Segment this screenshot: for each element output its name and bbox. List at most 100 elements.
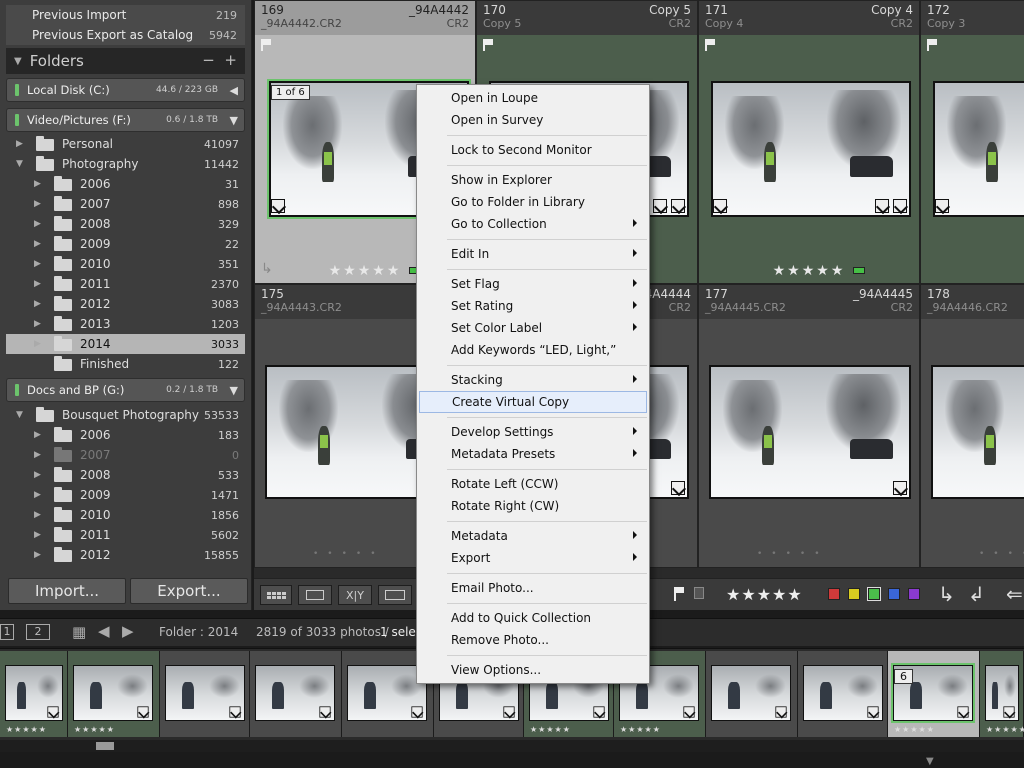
arrow-left-icon[interactable]: ⇐ [1006,582,1023,606]
back-arrow-icon[interactable]: ◀ [98,622,110,640]
expand-triangle-icon[interactable]: ▶ [34,259,41,269]
rating-dots[interactable]: ••••• [979,549,1024,559]
color-label-green[interactable] [867,587,881,601]
screen-1-button[interactable]: 1 [0,624,14,640]
stack-count-badge[interactable]: 1 of 6 [271,85,310,100]
filmstrip-cell[interactable] [250,651,342,737]
scrollbar-thumb[interactable] [96,742,114,750]
reject-flag-icon[interactable] [694,587,704,599]
flag-icon[interactable] [674,587,684,601]
rating-dots[interactable]: ••••• [757,549,829,559]
menu-item-stacking[interactable]: Stacking [419,369,647,391]
expand-triangle-icon[interactable]: ▶ [34,530,41,540]
menu-item-email-photo[interactable]: Email Photo... [419,577,647,599]
menu-item-add-to-quick-collection[interactable]: Add to Quick Collection [419,607,647,629]
folder-row-2006[interactable]: ▶ 2006 183 [6,425,245,445]
rating-stars[interactable]: ★★★★★ [726,585,803,604]
expand-triangle-icon[interactable]: ▶ [34,550,41,560]
folder-row-bousquet-photography[interactable]: ▼ Bousquet Photography 53533 [6,405,245,425]
folder-row-finished[interactable]: Finished 122 [6,354,245,374]
pick-flag-icon[interactable] [927,39,937,51]
folder-row-2007[interactable]: ▶ 2007 898 [6,194,245,214]
folder-row-2010[interactable]: ▶ 2010 351 [6,254,245,274]
menu-item-create-virtual-copy[interactable]: Create Virtual Copy [419,391,647,413]
rotate-right-icon[interactable]: ↲ [968,582,985,606]
grid-cell[interactable]: 178_94A4446.CR2 ••••• [920,284,1024,568]
folders-panel-header[interactable]: ▼ Folders − + [6,48,245,74]
menu-item-lock-to-second-monitor[interactable]: Lock to Second Monitor [419,139,647,161]
folder-path[interactable]: Folder : 2014 [159,625,238,639]
loupe-view-button[interactable] [298,585,332,605]
folder-row-2009[interactable]: ▶ 2009 22 [6,234,245,254]
filmstrip-cell[interactable] [798,651,888,737]
screen-2-button[interactable]: 2 [26,624,50,640]
menu-item-rotate-left-ccw[interactable]: Rotate Left (CCW) [419,473,647,495]
expand-triangle-icon[interactable]: ▶ [34,179,41,189]
expand-triangle-icon[interactable]: ▶ [34,219,41,229]
folder-row-2014[interactable]: ▶ 2014 3033 [6,334,245,354]
rotate-left-icon[interactable]: ↳ [938,582,955,606]
menu-item-go-to-folder-in-library[interactable]: Go to Folder in Library [419,191,647,213]
expand-triangle-icon[interactable]: ▶ [34,430,41,440]
expand-triangle-icon[interactable]: ▶ [16,139,23,149]
expand-triangle-icon[interactable]: ▶ [34,510,41,520]
grid-view-icon[interactable]: ▦ [72,623,86,641]
photo-thumbnail[interactable] [933,81,1024,217]
folder-row-2007[interactable]: ▶ 2007 0 [6,445,245,465]
folder-row-personal[interactable]: ▶ Personal 41097 [6,134,245,154]
expand-triangle-icon[interactable]: ▼ [16,159,23,169]
menu-item-rotate-right-cw[interactable]: Rotate Right (CW) [419,495,647,517]
menu-item-remove-photo[interactable]: Remove Photo... [419,629,647,651]
stack-count-badge[interactable]: 6 [894,669,913,684]
folder-row-2008[interactable]: ▶ 2008 533 [6,465,245,485]
filmstrip-cell[interactable] [706,651,798,737]
grid-cell[interactable]: 177 _94A4445 _94A4445.CR2 CR2 ••••• [698,284,920,568]
folder-row-2009[interactable]: ▶ 2009 1471 [6,485,245,505]
forward-arrow-icon[interactable]: ▶ [122,622,134,640]
expand-triangle-icon[interactable]: ▶ [34,319,41,329]
color-label-yellow[interactable] [848,588,860,600]
menu-item-open-in-survey[interactable]: Open in Survey [419,109,647,131]
panel-toggle-down-icon[interactable]: ▼ [926,756,934,767]
folder-row-2012[interactable]: ▶ 2012 3083 [6,294,245,314]
pick-flag-icon[interactable] [261,39,271,51]
volume-local-disk[interactable]: Local Disk (C:) 44.6 / 223 GB ◀ [6,78,245,102]
filmstrip-cell[interactable]: ★★★★★ [980,651,1024,737]
expand-triangle-icon[interactable]: ▶ [34,279,41,289]
color-label-red[interactable] [828,588,840,600]
menu-item-view-options[interactable]: View Options... [419,659,647,681]
filmstrip-scrollbar[interactable] [0,740,1024,752]
folder-row-2011[interactable]: ▶ 2011 5602 [6,525,245,545]
volume-video-pictures[interactable]: Video/Pictures (F:) 0.6 / 1.8 TB ▼ [6,108,245,132]
expand-triangle-icon[interactable]: ▶ [34,450,41,460]
menu-item-develop-settings[interactable]: Develop Settings [419,421,647,443]
menu-item-set-flag[interactable]: Set Flag [419,273,647,295]
survey-view-button[interactable] [378,585,412,605]
collection-previous-export[interactable]: Previous Export as Catalog 5942 [6,25,245,45]
filmstrip-cell[interactable]: ★★★★★ [68,651,160,737]
expand-triangle-icon[interactable]: ▶ [34,470,41,480]
stack-arrow-icon[interactable]: ↳ [261,261,273,277]
folder-row-photography[interactable]: ▼ Photography 11442 [6,154,245,174]
menu-item-show-in-explorer[interactable]: Show in Explorer [419,169,647,191]
expand-triangle-icon[interactable]: ▶ [34,339,41,349]
folder-row-2013[interactable]: ▶ 2013 1203 [6,314,245,334]
volume-docs-bp[interactable]: Docs and BP (G:) 0.2 / 1.8 TB ▼ [6,378,245,402]
folder-row-2011[interactable]: ▶ 2011 2370 [6,274,245,294]
menu-item-set-rating[interactable]: Set Rating [419,295,647,317]
compare-view-button[interactable]: X|Y [338,585,372,605]
expand-triangle-icon[interactable]: ▶ [34,199,41,209]
collection-previous-import[interactable]: Previous Import 219 [6,5,245,25]
photo-thumbnail[interactable] [931,365,1024,499]
menu-item-metadata-presets[interactable]: Metadata Presets [419,443,647,465]
color-label-blue[interactable] [888,588,900,600]
photo-thumbnail[interactable] [711,81,911,217]
pick-flag-icon[interactable] [705,39,715,51]
filmstrip-cell[interactable] [160,651,250,737]
menu-item-add-keywords-led-light[interactable]: Add Keywords “LED, Light,” [419,339,647,361]
folder-row-2010[interactable]: ▶ 2010 1856 [6,505,245,525]
expand-triangle-icon[interactable]: ▶ [34,490,41,500]
rating-dots[interactable]: ••••• [313,549,385,559]
menu-item-open-in-loupe[interactable]: Open in Loupe [419,87,647,109]
filmstrip-cell[interactable]: ★★★★★ 6 [888,651,980,737]
